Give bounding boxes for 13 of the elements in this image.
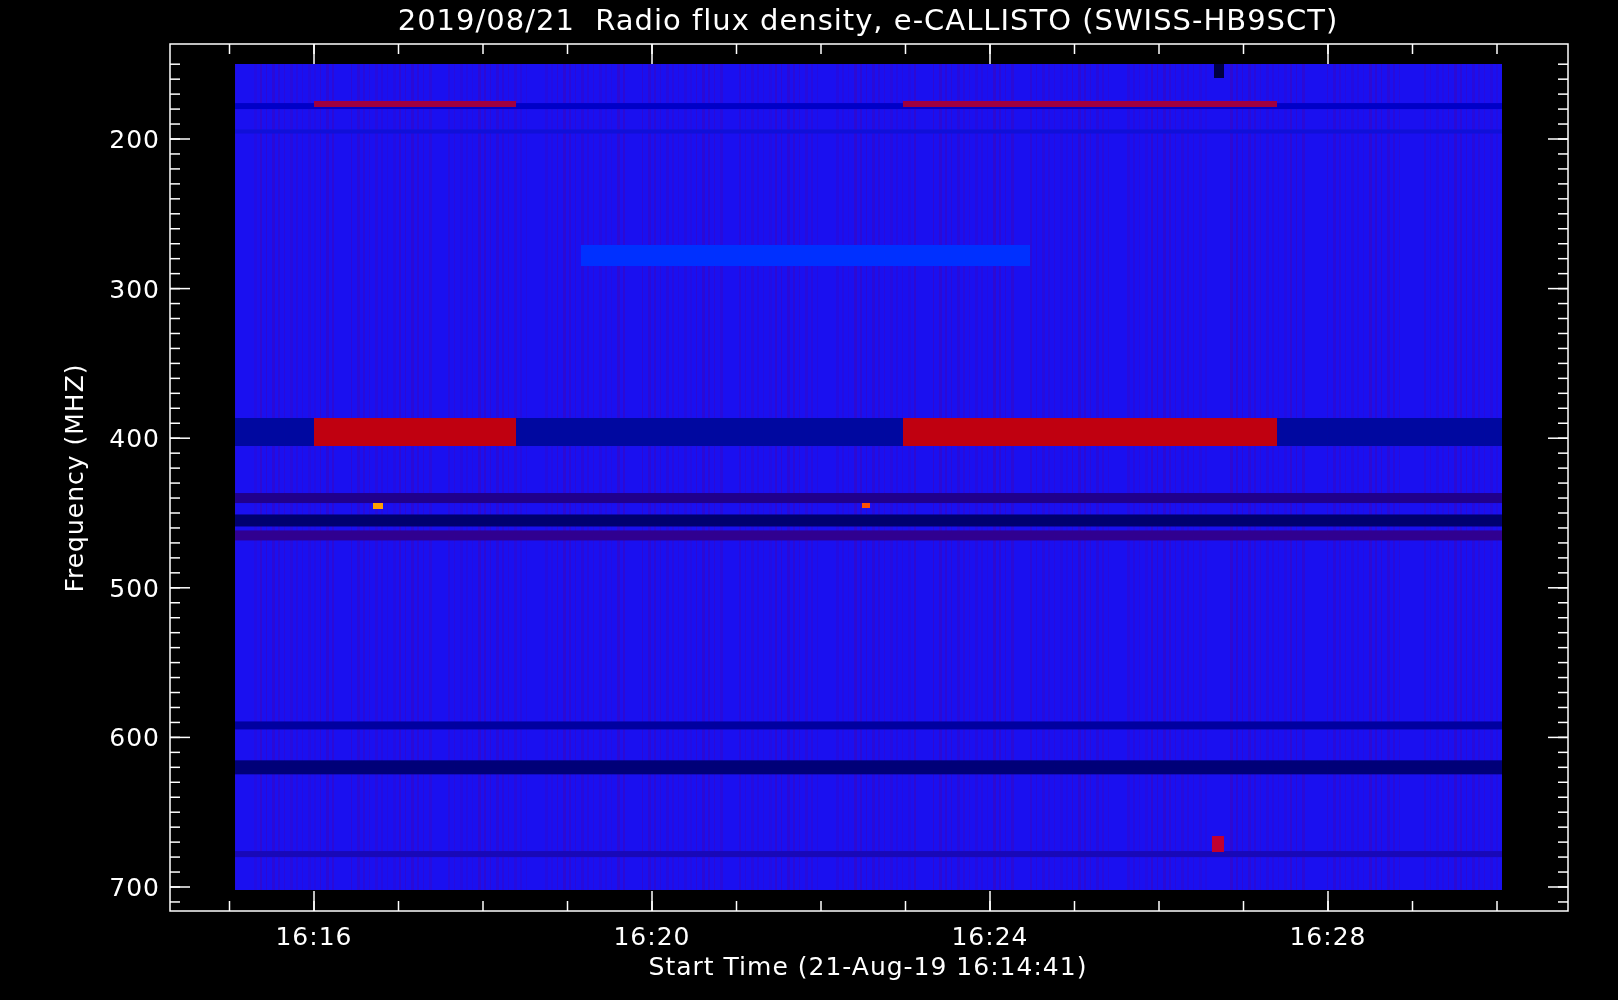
axis-tick-label: 300 <box>109 274 160 304</box>
axis-tick-label: 16:24 <box>951 922 1029 951</box>
axis-tick-label: 200 <box>109 125 160 154</box>
axis-label: Start Time (21-Aug-19 16:14:41) <box>648 952 1088 981</box>
axis-tick-label: 500 <box>109 573 160 603</box>
axis-tick-label: 600 <box>109 723 160 753</box>
axis-tick-label: 16:20 <box>613 922 691 951</box>
axis-tick-label: 400 <box>109 424 160 454</box>
chart-title: 2019/08/21 Radio flux density, e-CALLISTO (SWISS-HB9SCT) <box>397 3 1339 37</box>
axis-label: Frequency (MHZ) <box>60 363 89 593</box>
axis-tick-label: 16:16 <box>275 922 353 951</box>
axis-tick-label: 700 <box>109 873 160 902</box>
axis-tick-label: 16:28 <box>1289 922 1367 951</box>
